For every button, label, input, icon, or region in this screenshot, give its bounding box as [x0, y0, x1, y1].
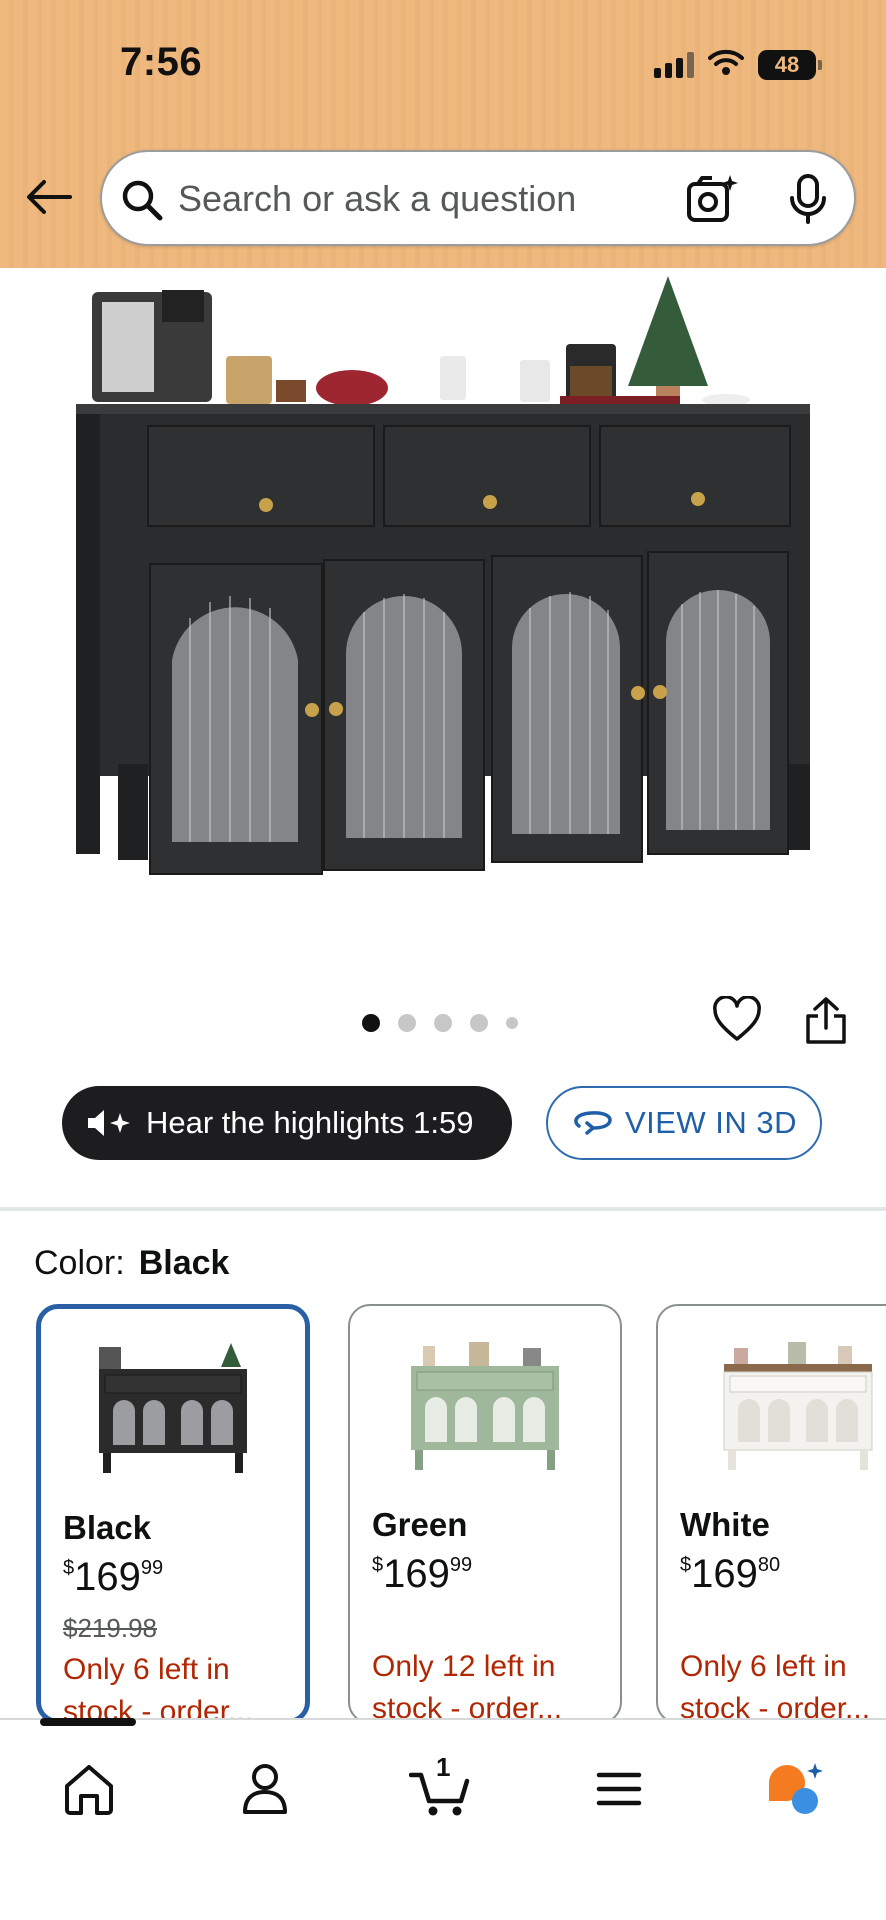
carousel-dot-5[interactable]: [506, 1017, 518, 1029]
carousel-dot-4[interactable]: [470, 1014, 488, 1032]
view-in-3d-button[interactable]: VIEW IN 3D: [546, 1086, 822, 1160]
nav-home[interactable]: [54, 1754, 124, 1824]
home-icon: [65, 1765, 113, 1815]
price-currency: $: [680, 1554, 692, 1576]
microphone-icon[interactable]: [788, 174, 828, 231]
wishlist-heart-icon[interactable]: [712, 995, 762, 1047]
swatch-stock-status: Only 12 left in stock - order...: [372, 1646, 612, 1722]
white-cabinet-thumbnail: [723, 1342, 873, 1470]
status-icons: 48: [654, 48, 822, 81]
cart-count-badge: 1: [436, 1752, 451, 1782]
back-button[interactable]: [22, 170, 76, 224]
rufus-assistant-icon: [769, 1763, 823, 1814]
nav-menu[interactable]: [584, 1754, 654, 1824]
swatch-price: $16999: [63, 1555, 163, 1600]
speaker-sparkle-icon: [86, 1107, 134, 1139]
carousel-dot-2[interactable]: [398, 1014, 416, 1032]
bottom-navigation: 1: [0, 1718, 886, 1920]
hear-highlights-label: Hear the highlights 1:59: [146, 1105, 474, 1140]
swatch-name: Black: [63, 1509, 152, 1546]
sideboard-cabinet-image: [76, 276, 810, 875]
swatch-price: $16980: [680, 1552, 780, 1597]
account-icon: [243, 1764, 287, 1814]
price-currency: $: [63, 1557, 75, 1579]
carousel-dot-1[interactable]: [362, 1014, 380, 1032]
section-divider: [0, 1207, 886, 1211]
color-selector-label: Color: Black: [34, 1244, 229, 1283]
camera-search-icon[interactable]: [686, 174, 738, 229]
price-whole: 169: [74, 1555, 141, 1599]
header: 7:56 48: [0, 0, 886, 268]
color-swatch-white[interactable]: White $16980 Only 6 left in stock - order…: [656, 1304, 886, 1724]
share-icon[interactable]: [804, 996, 848, 1051]
price-whole: 169: [691, 1552, 758, 1596]
hear-highlights-button[interactable]: Hear the highlights 1:59: [62, 1086, 512, 1160]
price-currency: $: [372, 1554, 384, 1576]
back-arrow-icon: [27, 180, 72, 214]
product-image[interactable]: [0, 268, 886, 948]
swatch-price: $16999: [372, 1552, 472, 1597]
active-tab-indicator: [40, 1718, 136, 1726]
stock-line-1: Only 6 left in: [63, 1653, 230, 1686]
battery-icon: 48: [758, 49, 822, 80]
stock-line-1: Only 12 left in: [372, 1650, 556, 1683]
nav-rufus[interactable]: [760, 1754, 830, 1824]
green-cabinet-thumbnail: [411, 1342, 559, 1470]
search-bar[interactable]: [100, 150, 856, 246]
wifi-icon: [708, 48, 744, 81]
status-time: 7:56: [120, 40, 203, 84]
battery-level: 48: [774, 51, 800, 77]
swatch-stock-status: Only 6 left in stock - order...: [63, 1649, 303, 1719]
price-whole: 169: [383, 1552, 450, 1596]
selected-color-name: Black: [138, 1244, 230, 1282]
price-fraction: 99: [449, 1554, 473, 1576]
color-swatch-black[interactable]: Black $16999 $219.98 Only 6 left in stock…: [36, 1304, 310, 1724]
price-fraction: 80: [757, 1554, 781, 1576]
view-in-3d-label: VIEW IN 3D: [624, 1105, 798, 1140]
search-input[interactable]: [178, 174, 648, 224]
black-cabinet-thumbnail: [99, 1343, 247, 1473]
nav-account[interactable]: [230, 1754, 300, 1824]
rotate-3d-icon: [571, 1108, 615, 1138]
cellular-signal-icon: [654, 51, 694, 78]
carousel-dot-3[interactable]: [434, 1014, 452, 1032]
color-swatch-green[interactable]: Green $16999 Only 12 left in stock - orde…: [348, 1304, 622, 1724]
nav-cart[interactable]: 1: [406, 1752, 476, 1824]
swatch-list-price: $219.98: [63, 1613, 157, 1643]
swatch-name: White: [680, 1506, 770, 1543]
image-carousel-dots[interactable]: [362, 1014, 518, 1032]
stock-line-1: Only 6 left in: [680, 1650, 847, 1683]
color-label-prefix: Color:: [34, 1244, 125, 1282]
swatch-name: Green: [372, 1506, 468, 1543]
price-fraction: 99: [140, 1557, 164, 1579]
menu-icon: [596, 1772, 642, 1806]
search-icon: [120, 178, 164, 227]
swatch-stock-status: Only 6 left in stock - order...: [680, 1646, 886, 1722]
